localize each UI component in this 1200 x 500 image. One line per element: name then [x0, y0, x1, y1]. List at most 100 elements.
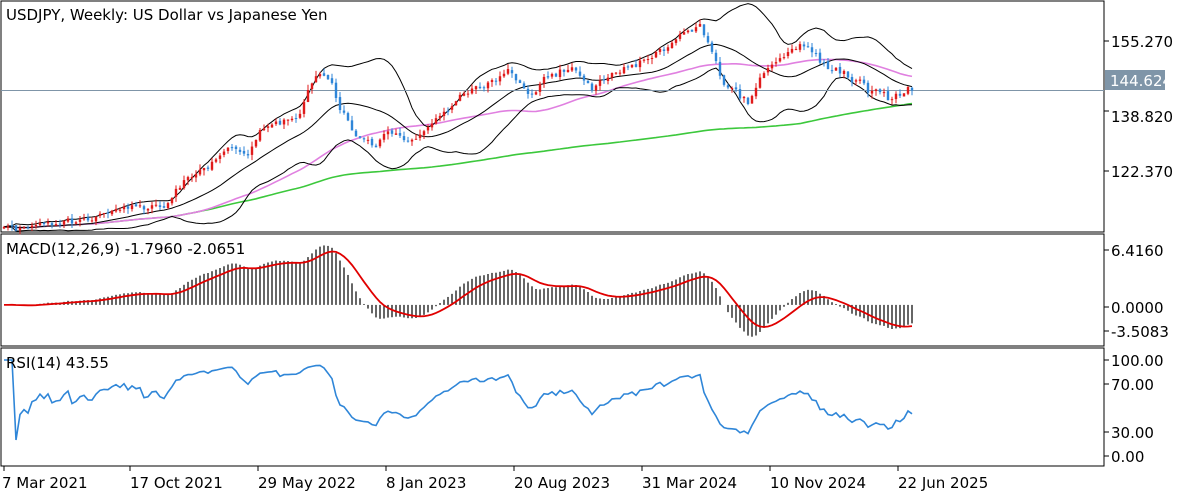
candle-body	[198, 169, 202, 175]
candle-body	[366, 139, 370, 141]
candle-body	[538, 83, 542, 92]
candle-body	[890, 99, 894, 101]
candle-body	[614, 72, 618, 74]
candle-body	[746, 97, 750, 104]
candle-body	[390, 130, 394, 134]
candle-body	[626, 66, 630, 68]
price-axis-label: 138.820	[1111, 108, 1173, 126]
candle-body	[422, 131, 426, 136]
candle-body	[398, 133, 402, 136]
rsi-axis-label: 0.00	[1111, 448, 1144, 466]
price-axis-label: 122.370	[1111, 163, 1173, 181]
candle-body	[266, 126, 270, 128]
rsi-panel-frame	[0, 347, 1105, 467]
candle-body	[678, 33, 682, 39]
candle-body	[562, 69, 566, 72]
candle-body	[434, 118, 438, 124]
candle-body	[326, 74, 330, 80]
candle-body	[814, 53, 818, 55]
candle-body	[338, 97, 342, 111]
candle-body	[690, 29, 694, 32]
candle-body	[642, 59, 646, 61]
candle-body	[318, 74, 322, 77]
candle-body	[498, 76, 502, 82]
candle-body	[22, 227, 26, 229]
candle-body	[382, 134, 386, 140]
candle-body	[10, 225, 14, 227]
rsi-axis-label: 30.00	[1111, 424, 1154, 442]
candle-body	[350, 120, 354, 131]
candle-body	[342, 110, 346, 113]
candle-body	[310, 83, 314, 90]
candle-body	[766, 68, 770, 73]
candle-body	[730, 88, 734, 90]
candle-body	[834, 67, 838, 71]
candle-body	[670, 42, 674, 48]
candle-body	[2, 226, 6, 229]
candle-body	[770, 64, 774, 69]
candle-body	[126, 206, 130, 209]
candle-body	[738, 89, 742, 99]
candle-body	[150, 205, 154, 209]
candle-body	[142, 206, 146, 210]
candle-body	[98, 213, 102, 216]
candle-body	[706, 36, 710, 43]
candle-body	[334, 82, 338, 99]
candle-body	[370, 138, 374, 146]
candle-body	[734, 87, 738, 90]
candle-body	[278, 120, 282, 125]
candle-body	[190, 176, 194, 179]
candle-body	[138, 205, 142, 207]
candle-body	[270, 124, 274, 128]
time-axis-label: 17 Oct 2021	[130, 474, 223, 492]
candle-body	[466, 93, 470, 95]
candle-body	[402, 136, 406, 141]
candle-body	[638, 60, 642, 68]
candle-body	[694, 27, 698, 32]
ma-long-line	[3, 102, 913, 229]
candle-body	[474, 86, 478, 90]
candle-body	[374, 145, 378, 148]
macd-title: MACD(12,26,9) -1.7960 -2.0651	[6, 240, 245, 258]
candle-body	[86, 217, 90, 221]
candle-body	[246, 154, 250, 156]
candle-body	[750, 95, 754, 104]
candle-body	[406, 140, 410, 142]
candle-body	[822, 62, 826, 64]
candle-body	[534, 92, 538, 95]
candle-body	[6, 226, 10, 228]
chart-title: USDJPY, Weekly: US Dollar vs Japanese Ye…	[6, 6, 327, 24]
candle-body	[418, 134, 422, 138]
candle-body	[462, 93, 466, 96]
candle-body	[602, 79, 606, 81]
candle-body	[62, 220, 66, 225]
candle-body	[866, 82, 870, 93]
candle-body	[442, 111, 446, 117]
candle-body	[94, 216, 98, 222]
macd-axis-label: 0.0000	[1111, 299, 1164, 317]
bollinger-upper-line	[3, 3, 913, 228]
candle-body	[502, 73, 506, 77]
price-plot	[1, 3, 1104, 235]
candle-body	[154, 204, 158, 206]
candle-body	[686, 30, 690, 33]
candle-body	[858, 79, 862, 81]
time-axis-label: 10 Nov 2024	[770, 474, 866, 492]
candle-body	[666, 47, 670, 51]
time-axis-label: 31 Mar 2024	[642, 474, 737, 492]
candle-body	[654, 51, 658, 58]
candle-body	[878, 89, 882, 93]
candle-body	[838, 66, 842, 74]
candle-body	[554, 73, 558, 77]
candle-body	[650, 58, 654, 60]
candle-body	[478, 86, 482, 89]
rsi-line	[4, 359, 913, 441]
candle-body	[494, 80, 498, 82]
candle-body	[322, 73, 326, 76]
candle-body	[70, 218, 74, 224]
candle-body	[682, 32, 686, 35]
candle-body	[226, 147, 230, 152]
candle-body	[794, 49, 798, 51]
candle-body	[202, 168, 206, 171]
candle-body	[134, 204, 138, 207]
